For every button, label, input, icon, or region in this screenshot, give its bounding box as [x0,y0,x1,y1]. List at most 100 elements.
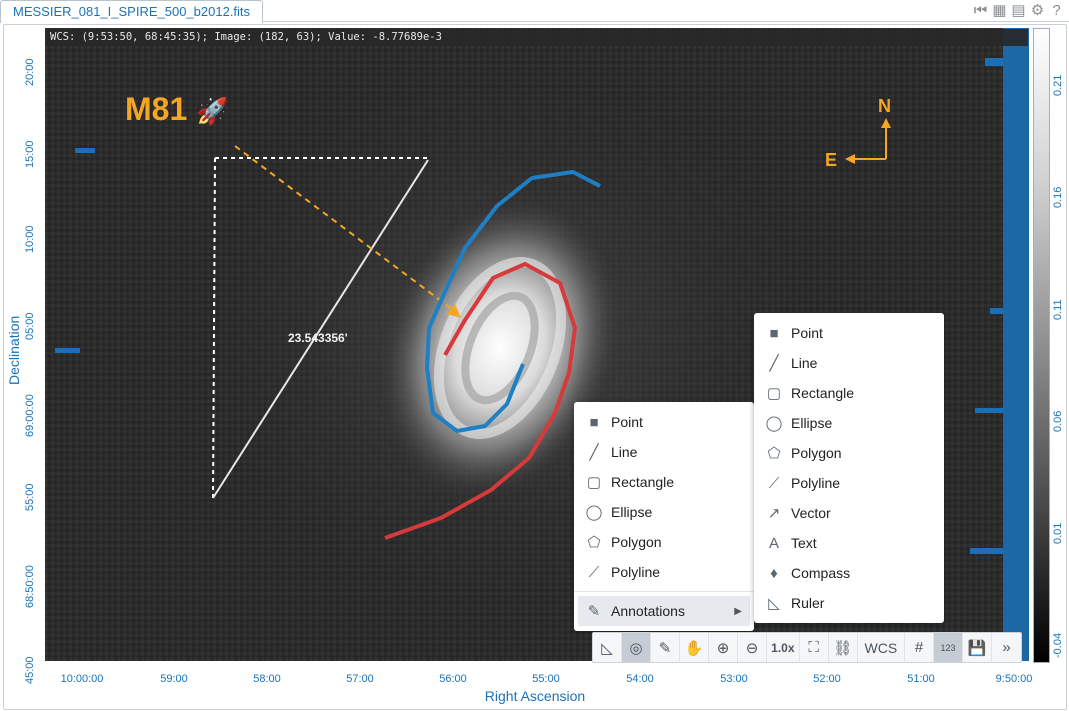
polygon-icon: ⬠ [767,445,781,462]
x-tick: 53:00 [720,673,748,685]
x-tick: 55:00 [532,673,560,685]
draw-tool-button[interactable]: ✎ [651,633,680,662]
y-tick: 15:00 [24,140,36,168]
annotation-item-polyline[interactable]: ⟋ Polyline [754,468,944,498]
menu-item-line[interactable]: ╱ Line [574,437,754,467]
ellipse-icon: ◯ [765,415,783,432]
file-tab[interactable]: MESSIER_081_I_SPIRE_500_b2012.fits [0,0,264,23]
annotation-item-ellipse[interactable]: ◯ Ellipse [754,408,944,438]
x-tick: 57:00 [346,673,374,685]
colorbar-tick: 0.06 [1052,410,1064,432]
help-icon[interactable]: ? [1048,2,1065,19]
y-tick: 05:00 [24,312,36,340]
annotation-item-vector[interactable]: ↗ Vector [754,498,944,528]
colorbar-tick: 0.11 [1052,299,1064,320]
annotation-item-text[interactable]: A Text [754,528,944,558]
fit-frame-icon: ⛶ [808,639,819,656]
menu-item-label: Line [611,444,638,460]
menu-separator [574,591,754,592]
fit-button[interactable]: ⛶ [800,633,829,662]
x-tick: 59:00 [160,673,188,685]
link-button[interactable]: ⛓ [829,633,858,662]
menu-item-label: Point [611,414,643,430]
zoom-in-icon: ⊕ [716,639,730,657]
x-tick: 51:00 [907,673,935,685]
annotation-item-compass[interactable]: ♦ Compass [754,558,944,588]
annotation-item-point[interactable]: ■ Point [754,318,944,348]
menu-item-label: Annotations [611,603,685,619]
x-tick: 10:00:00 [60,673,104,685]
region-target-icon: ◎ [629,639,643,657]
menu-item-label: Polyline [611,564,661,580]
zoom-level-button[interactable]: 1.0x [767,633,800,662]
save-button[interactable]: 💾 [963,633,992,662]
coordinate-system-button[interactable]: WCS [858,633,905,662]
menu-item-label: Polyline [791,475,841,491]
colorbar-tick: -0.04 [1052,632,1064,658]
annotation-item-ruler[interactable]: ◺ Ruler [754,588,944,618]
save-icon: 💾 [967,639,987,657]
menu-item-rectangle[interactable]: ▢ Rectangle [574,467,754,497]
x-tick: 56:00 [439,673,467,685]
chevron-double-right-icon: » [1002,639,1011,656]
colorbar-tick: 0.16 [1052,186,1064,208]
grid-button[interactable]: # [905,633,934,662]
submenu-arrow-icon: ▶ [734,605,742,617]
colorbar[interactable] [1033,28,1050,663]
polygon-icon: ⬠ [587,534,601,551]
menu-item-label: Ellipse [791,415,833,431]
annotation-item-polygon[interactable]: ⬠ Polygon [754,438,944,468]
menu-item-ellipse[interactable]: ◯ Ellipse [574,497,754,527]
masked-pixels-right [1003,28,1029,661]
annotation-item-line[interactable]: ╱ Line [754,348,944,378]
menu-item-polygon[interactable]: ⬠ Polygon [574,527,754,557]
ellipse-icon: ◯ [585,504,603,521]
menu-item-polyline[interactable]: ⟋ Polyline [574,557,754,587]
menu-item-annotations[interactable]: ✎ Annotations ▶ [578,596,750,626]
gear-icon[interactable]: ⚙ [1029,1,1046,19]
first-page-icon[interactable]: ⏮ [972,2,989,19]
compass-n-label: N [878,96,891,116]
rocket-icon: 🚀 [196,96,229,126]
line-icon: ╱ [769,355,779,372]
hand-icon: ✋ [684,639,704,657]
zoom-out-button[interactable]: ⊖ [738,633,767,662]
menu-item-point[interactable]: ■ Point [574,407,754,437]
ruler-tool-button[interactable]: ◺ [593,633,622,662]
menu-item-label: Vector [791,505,831,521]
zoom-out-icon: ⊖ [745,639,759,657]
x-tick: 54:00 [626,673,654,685]
text-icon: A [768,534,779,552]
annotation-item-rectangle[interactable]: ▢ Rectangle [754,378,944,408]
menu-item-label: Text [791,535,817,551]
pencil-icon: ✎ [587,603,601,620]
tiles-icon[interactable]: ▤ [1010,1,1027,19]
more-button[interactable]: » [992,633,1021,662]
grid-layout-icon[interactable]: ▦ [991,1,1008,19]
y-tick: 69:00:00 [24,394,36,437]
menu-item-label: Rectangle [611,474,675,490]
menu-item-label: Compass [791,565,851,581]
annotations-submenu: ■ Point ╱ Line ▢ Rectangle ◯ Ellipse ⬠ Polygo… [754,313,944,623]
menu-item-label: Rectangle [791,385,855,401]
x-tick: 52:00 [813,673,841,685]
grid-icon: # [914,639,924,656]
y-axis-label: Declination [6,315,22,385]
point-icon: ■ [589,413,599,431]
m81-label[interactable]: M81 🚀 [125,91,229,128]
pan-tool-button[interactable]: ✋ [680,633,709,662]
y-tick: 20:00 [24,58,36,86]
colorbar-tick: 0.21 [1052,74,1064,96]
polyline-icon: ⟋ [768,474,780,492]
window-controls: ⏮ ▦ ▤ ⚙ ? [972,1,1065,20]
y-tick: 68:50:00 [24,565,36,608]
x-tick: 58:00 [253,673,281,685]
y-tick: 10:00 [24,225,36,253]
menu-item-label: Polygon [791,445,842,461]
y-tick: 45:00 [24,656,36,684]
region-tool-button[interactable]: ◎ [622,633,651,662]
ruler-icon: ◺ [768,595,780,612]
coordinate-readout: WCS: (9:53:50, 68:45:35); Image: (182, 6… [46,29,1028,46]
zoom-in-button[interactable]: ⊕ [709,633,738,662]
pixel-value-button[interactable]: 123 [934,633,963,662]
